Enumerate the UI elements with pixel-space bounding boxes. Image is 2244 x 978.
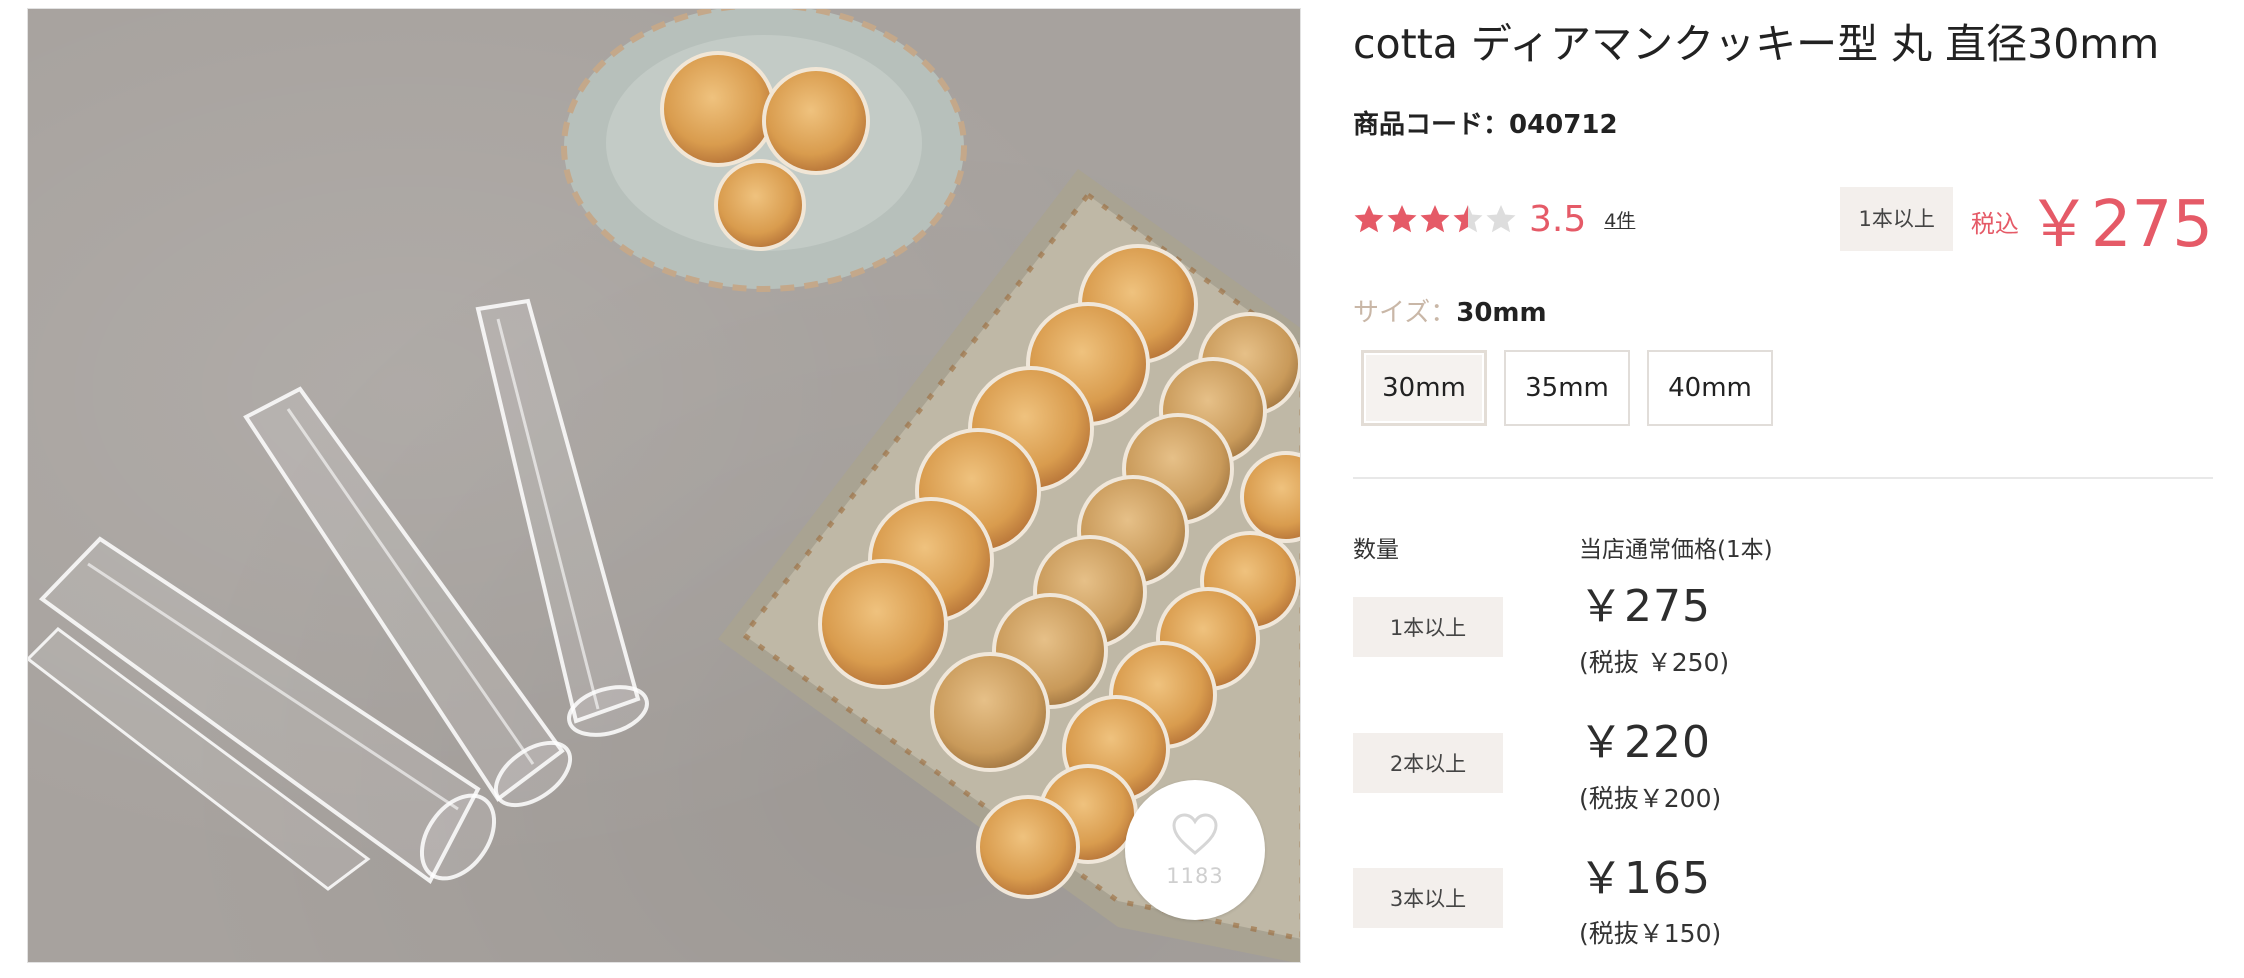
tier-qty-1: 1本以上 xyxy=(1353,597,1503,657)
size-option-40mm[interactable]: 40mm xyxy=(1647,350,1773,426)
size-value: 30mm xyxy=(1456,298,1547,328)
star-icon xyxy=(1420,205,1450,233)
tier-tax-excluded-3: (税抜￥150) xyxy=(1579,919,1722,948)
size-options: 30mm 35mm 40mm xyxy=(1361,350,1773,426)
quantity-header: 数量 xyxy=(1353,537,1399,563)
tier-tax-excluded-1: (税抜 ￥250) xyxy=(1579,648,1730,677)
star-icon xyxy=(1453,205,1483,233)
divider xyxy=(1353,477,2213,479)
favorite-button[interactable]: 1183 xyxy=(1125,780,1265,920)
size-line: サイズ：30mm xyxy=(1353,292,1547,329)
product-title: cotta ディアマンクッキー型 丸 直径30mm xyxy=(1353,20,2160,68)
star-icon xyxy=(1486,205,1516,233)
price-header: 当店通常価格(1本) xyxy=(1579,537,1773,563)
tier-qty-3: 3本以上 xyxy=(1353,868,1503,928)
size-label: サイズ： xyxy=(1353,298,1457,328)
tier-price-3: ￥165 xyxy=(1579,853,1711,904)
price-qty-badge: 1本以上 xyxy=(1840,187,1953,251)
price-value: ￥275 xyxy=(2026,188,2213,262)
tier-tax-excluded-2: (税抜￥200) xyxy=(1579,784,1722,813)
product-photo-illustration xyxy=(28,9,1300,962)
tax-included-label: 税込 xyxy=(1970,210,2019,238)
favorite-count: 1183 xyxy=(1166,864,1224,888)
tier-qty-2: 2本以上 xyxy=(1353,733,1503,793)
size-option-30mm[interactable]: 30mm xyxy=(1361,350,1487,426)
review-count-link[interactable]: 4件 xyxy=(1604,206,1635,233)
product-image: 1183 xyxy=(27,8,1301,963)
heart-icon xyxy=(1172,813,1218,855)
star-icon xyxy=(1354,205,1384,233)
product-code: 商品コード：040712 xyxy=(1353,110,1618,140)
size-option-35mm[interactable]: 35mm xyxy=(1504,350,1630,426)
product-info: cotta ディアマンクッキー型 丸 直径30mm 商品コード：040712 3… xyxy=(1353,0,2213,978)
price-summary: 1本以上 税込 ￥275 xyxy=(1840,186,2213,262)
star-icon xyxy=(1387,205,1417,233)
tier-price-2: ￥220 xyxy=(1579,717,1711,768)
rating: 3.5 4件 xyxy=(1353,194,1635,244)
round-plate xyxy=(561,9,967,292)
rating-stars xyxy=(1353,203,1517,235)
acrylic-tubes xyxy=(28,298,649,891)
rating-score: 3.5 xyxy=(1529,198,1587,240)
tier-price-1: ￥275 xyxy=(1579,581,1711,632)
